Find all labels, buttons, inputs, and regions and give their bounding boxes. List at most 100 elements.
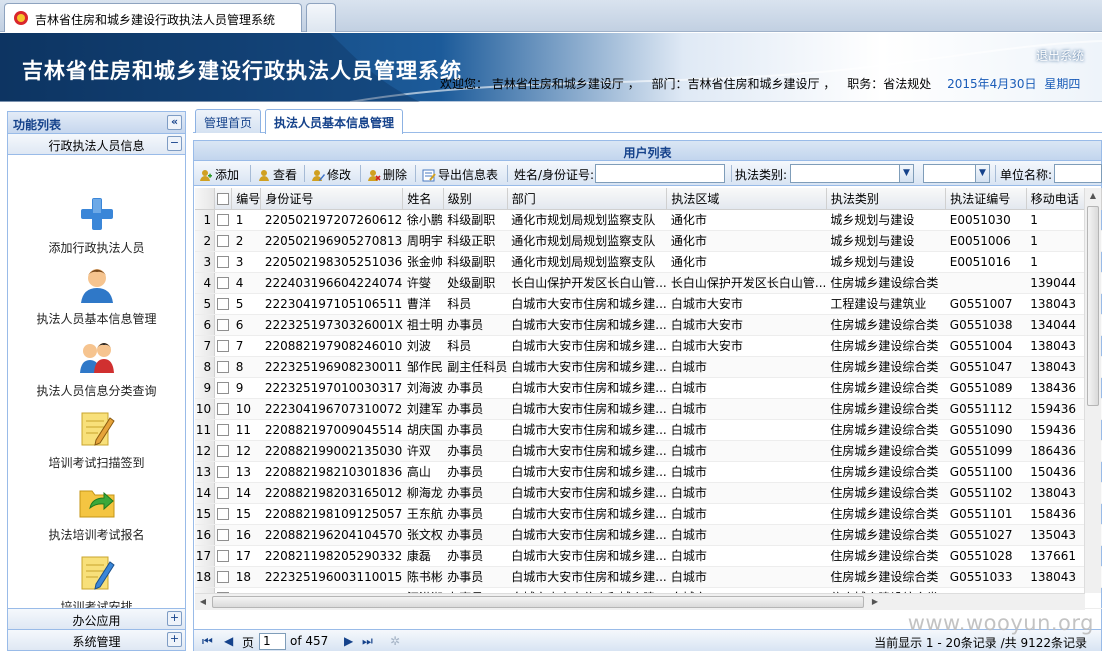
tab-basic-info[interactable]: 执法人员基本信息管理	[265, 109, 404, 134]
name-id-search-input[interactable]	[595, 164, 725, 183]
select-all-checkbox[interactable]	[214, 188, 233, 210]
table-row[interactable]: 14 14 220882198203165012 柳海龙 办事员 白城市大安市住房和城乡建…	[195, 482, 1102, 504]
row-checkbox[interactable]	[214, 251, 232, 273]
sidebar-item-exam-registration[interactable]: 执法培训考试报名	[8, 482, 185, 543]
logout-link[interactable]: 退出系统	[1036, 47, 1084, 64]
sidebar-item-basic-info[interactable]: 执法人员基本信息管理	[8, 266, 185, 327]
type-select[interactable]	[790, 164, 914, 183]
table-row[interactable]: 6 6 22232519730326001X 祖士明 办事员 白城市大安市住房和城乡建..…	[195, 314, 1102, 336]
idcard-cell: 222325197010030317	[260, 377, 403, 399]
scroll-up-icon[interactable]: ▲	[1085, 188, 1101, 204]
row-checkbox[interactable]	[214, 545, 232, 567]
last-page-icon[interactable]: ⏭	[362, 634, 373, 649]
scroll-thumb[interactable]	[212, 596, 864, 608]
id-cell: 12	[231, 440, 261, 462]
row-checkbox[interactable]	[214, 272, 232, 294]
row-checkbox[interactable]	[214, 314, 232, 336]
vertical-scrollbar[interactable]: ▲	[1084, 188, 1101, 593]
section-expand-button[interactable]: +	[167, 611, 182, 626]
table-row[interactable]: 15 15 220882198109125057 王东航 办事员 白城市大安市住房和城乡建…	[195, 503, 1102, 525]
row-checkbox[interactable]	[214, 524, 232, 546]
column-header-area[interactable]: 执法区域	[666, 188, 827, 210]
column-header-id[interactable]: 编号	[231, 188, 262, 210]
department-cell: 白城市大安市住房和城乡建...	[507, 335, 667, 357]
table-row[interactable]: 11 11 220882197009045514 胡庆国 办事员 白城市大安市住房和城乡建…	[195, 419, 1102, 441]
sidebar-item-category-query[interactable]: 执法人员信息分类查询	[8, 338, 185, 399]
row-checkbox[interactable]	[214, 230, 232, 252]
tab-home[interactable]: 管理首页	[195, 109, 262, 133]
first-page-icon[interactable]: ⏮	[202, 634, 213, 649]
column-header-category[interactable]: 执法类别	[826, 188, 947, 210]
table-row[interactable]: 16 16 220882196204104570 张文权 办事员 白城市大安市住房和城乡建…	[195, 524, 1102, 546]
cert-no-cell: G0551047	[945, 356, 1027, 378]
sidebar-item-scan-checkin[interactable]: 培训考试扫描签到	[8, 410, 185, 471]
info-separator-2: ，	[823, 77, 836, 91]
horizontal-scrollbar[interactable]: ◀ ▶	[195, 593, 1085, 610]
column-header-idcard[interactable]: 身份证号	[260, 188, 404, 210]
table-row[interactable]: 18 18 222325196003110015 陈书彬 办事员 白城市大安市住房和城乡建…	[195, 566, 1102, 588]
department-cell: 白城市大安市住房和城乡建...	[507, 545, 667, 567]
table-row[interactable]: 5 5 222304197105106511 曹洋 科员 白城市大安市住房和城乡建... 白…	[195, 293, 1102, 315]
next-page-icon[interactable]: ▶	[344, 634, 353, 648]
column-header-level[interactable]: 级别	[443, 188, 508, 210]
id-cell: 16	[231, 524, 261, 546]
scroll-thumb[interactable]	[1087, 206, 1099, 406]
panel-title: 用户列表	[194, 141, 1101, 161]
level-cell: 办事员	[443, 545, 508, 567]
scroll-right-icon[interactable]: ▶	[867, 594, 883, 610]
table-row[interactable]: 13 13 220882198210301836 高山 办事员 白城市大安市住房和城乡建.…	[195, 461, 1102, 483]
view-button[interactable]: 查看	[257, 166, 297, 183]
edit-button[interactable]: 修改	[311, 166, 351, 183]
sidebar-item-add-personnel[interactable]: 添加行政执法人员	[8, 195, 185, 256]
table-row[interactable]: 1 1 220502197207260612 徐小鹏 科级副职 通化市规划局规划监察支队通…	[195, 209, 1102, 231]
sidebar-section-system[interactable]: 系统管理 +	[8, 629, 185, 650]
table-row[interactable]: 9 9 222325197010030317 刘海波 办事员 白城市大安市住房和城乡建..…	[195, 377, 1102, 399]
section-expand-button[interactable]: +	[167, 632, 182, 647]
sidebar-section-office[interactable]: 办公应用 +	[8, 608, 185, 629]
refresh-icon[interactable]: ✲	[390, 634, 400, 648]
page-number-input[interactable]: 1	[259, 633, 286, 650]
sidebar-item-exam-schedule[interactable]: 培训考试安排	[8, 554, 185, 615]
table-row[interactable]: 10 10 222304196707310072 刘建军 办事员 白城市大安市住房和城乡建…	[195, 398, 1102, 420]
row-checkbox[interactable]	[214, 566, 232, 588]
table-row[interactable]: 12 12 22088219900213503​0 许双 办事员 白城市大安市住房和城乡建…	[195, 440, 1102, 462]
scroll-left-icon[interactable]: ◀	[195, 594, 211, 610]
row-checkbox[interactable]	[214, 398, 232, 420]
cert-no-cell: G0551101	[945, 503, 1027, 525]
unit-name-input[interactable]	[1054, 164, 1102, 183]
row-checkbox[interactable]	[214, 419, 232, 441]
table-row[interactable]: 17 17 220821198205290332 康磊 办事员 白城市大安市住房和城乡建.…	[195, 545, 1102, 567]
row-checkbox[interactable]	[214, 335, 232, 357]
browser-tab[interactable]: 吉林省住房和城乡建设行政执法人员管理系统	[4, 3, 302, 32]
add-button[interactable]: 添加	[199, 166, 239, 183]
collapse-sidebar-button[interactable]: «	[167, 115, 182, 130]
new-tab-button[interactable]	[306, 3, 336, 32]
row-checkbox[interactable]	[214, 482, 232, 504]
row-checkbox[interactable]	[214, 503, 232, 525]
row-checkbox[interactable]	[214, 461, 232, 483]
name-cell: 徐小鹏	[402, 209, 444, 231]
chevron-down-icon[interactable]: ▼	[975, 164, 990, 183]
row-checkbox[interactable]	[214, 356, 232, 378]
prev-page-icon[interactable]: ◀	[224, 634, 233, 648]
table-row[interactable]: 7 7 220882197908246010 刘波 科员 白城市大安市住房和城乡建... 白…	[195, 335, 1102, 357]
row-number: 1	[195, 209, 216, 231]
column-header-cert-no[interactable]: 执法证编号	[945, 188, 1027, 210]
sidebar-section-enforcement[interactable]: 行政执法人员信息 −	[8, 134, 185, 155]
table-row[interactable]: 2 2 220502196905270813 周明宇 科级正职 通化市规划局规划监察支队通…	[195, 230, 1102, 252]
column-header-department[interactable]: 部门	[507, 188, 668, 210]
column-header-name[interactable]: 姓名	[402, 188, 444, 210]
export-button[interactable]: 导出信息表	[422, 166, 498, 183]
row-checkbox[interactable]	[214, 293, 232, 315]
pencil-note-icon	[81, 412, 115, 446]
section-collapse-button[interactable]: −	[167, 136, 182, 151]
table-row[interactable]: 4 4 222403196604224074 许燮 处级副职 长白山保护开发区长白山管..…	[195, 272, 1102, 294]
row-checkbox[interactable]	[214, 377, 232, 399]
row-checkbox[interactable]	[214, 209, 232, 231]
table-row[interactable]: 3 3 220502198305251036 张金帅 科级副职 通化市规划局规划监察支队通…	[195, 251, 1102, 273]
chevron-down-icon[interactable]: ▼	[899, 164, 914, 183]
department-cell: 白城市大安市住房和城乡建...	[507, 503, 667, 525]
table-row[interactable]: 8 8 222325196908230011 邹作民 副主任科员 白城市大安市住房和城乡建…	[195, 356, 1102, 378]
delete-button[interactable]: 删除	[367, 166, 407, 183]
row-checkbox[interactable]	[214, 440, 232, 462]
